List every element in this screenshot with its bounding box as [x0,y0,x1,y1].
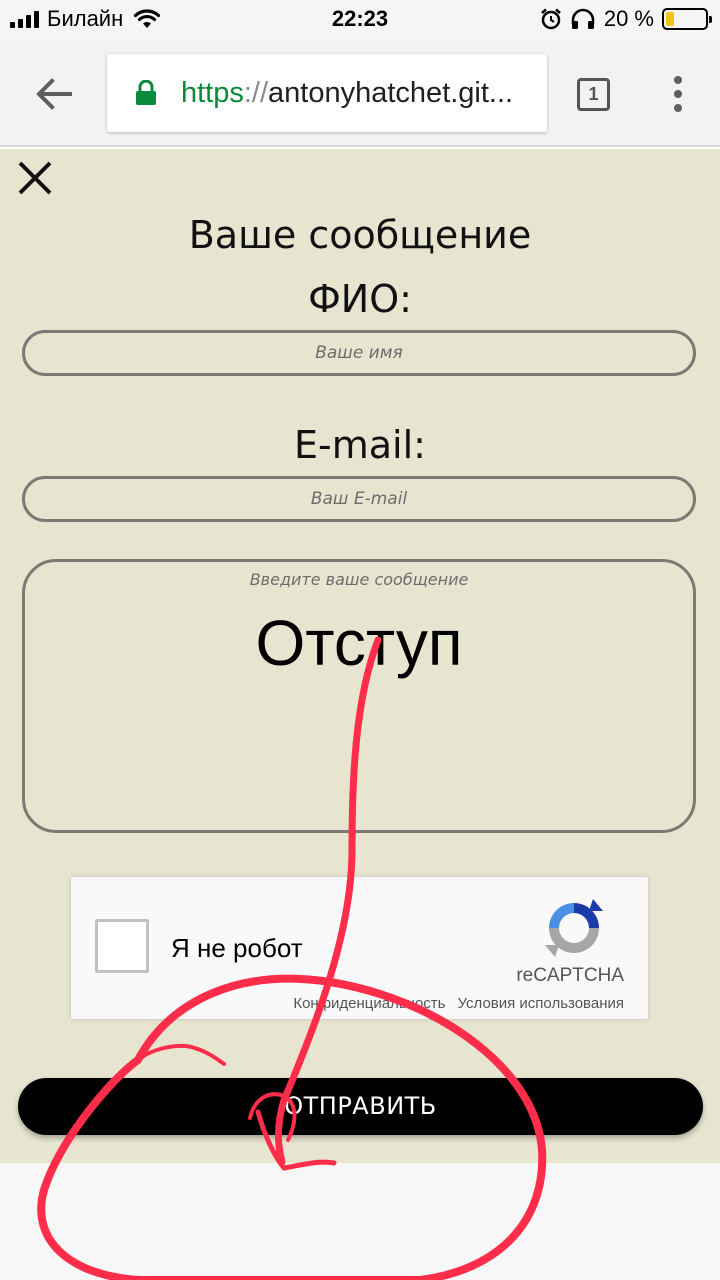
page-footer [0,1163,720,1280]
terms-link[interactable]: Условия использования [458,995,625,1012]
lock-icon [136,80,156,105]
privacy-link[interactable]: Конфиденциальность [293,995,445,1012]
message-text: Отступ [255,607,463,679]
submit-button[interactable]: ОТПРАВИТЬ [18,1078,703,1135]
recaptcha-widget: Я не робот reCAPTCHA Конфиденциальность У… [70,876,649,1020]
address-bar[interactable]: https://antonyhatchet.git... [107,54,547,132]
recaptcha-checkbox-label: Я не робот [171,933,303,963]
headphones-icon [571,8,595,29]
recaptcha-brand: reCAPTCHA [516,965,624,986]
status-bar: Билайн 22:23 20 % [0,0,720,40]
browser-toolbar: https://antonyhatchet.git... 1 [0,40,720,147]
tab-switcher-button[interactable]: 1 [577,78,610,111]
close-icon[interactable] [16,159,54,197]
status-right: 20 % [540,6,712,32]
battery-icon [662,8,712,30]
alarm-icon [541,8,561,30]
email-label: E-mail: [294,423,426,467]
recaptcha-checkbox[interactable] [95,919,149,973]
battery-percent: 20 % [603,6,654,31]
back-arrow-icon[interactable] [34,74,74,114]
name-label: ФИО: [308,277,412,321]
recaptcha-links: Конфиденциальность Условия использования [281,995,624,1012]
more-options-icon[interactable] [668,74,688,114]
url-text: https://antonyhatchet.git... [181,76,514,109]
form-title: Ваше сообщение [188,213,532,257]
message-placeholder: Введите ваше сообщение [249,570,469,589]
recaptcha-logo-icon [545,899,603,957]
contact-form-modal: Ваше сообщение ФИО: E-mail: Введите ваше… [0,149,720,1163]
battery-fill [666,12,674,26]
email-input[interactable] [22,476,696,522]
name-input[interactable] [22,330,696,376]
message-textarea[interactable]: Введите ваше сообщение Отступ [22,559,696,833]
